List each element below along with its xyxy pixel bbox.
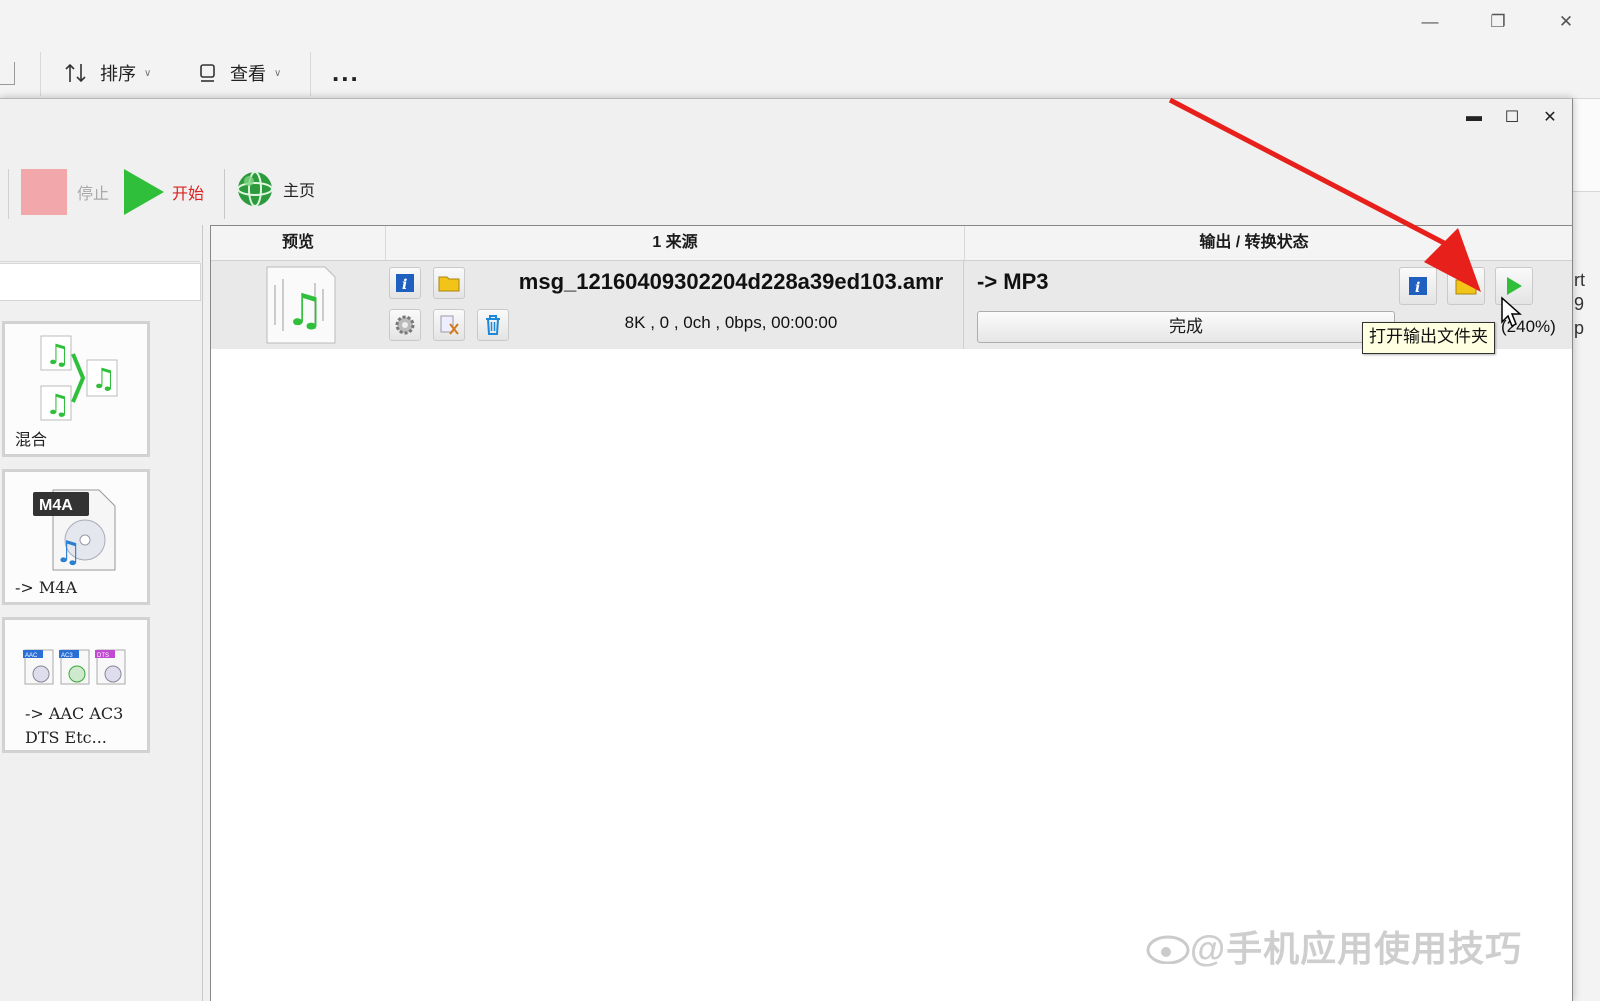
source-file-info: 8K , 0 , 0ch , 0bps, 00:00:00: [624, 313, 838, 332]
toolbar-separator: [224, 169, 225, 219]
converter-window: ▬ ☐ ✕ 停止 开始 主页 ♫ ♫ ♫ 混合 M4A ♫ -> M4A AAC…: [0, 98, 1573, 1001]
background-text-fragment: 9: [1574, 294, 1585, 314]
multi-format-icon: AAC AC3 DTS: [23, 649, 126, 685]
svg-text:♫: ♫: [285, 285, 324, 336]
toolbar-separator: [40, 52, 41, 96]
maximize-icon[interactable]: ☐: [1496, 105, 1528, 129]
preset-m4a-card[interactable]: M4A ♫ -> M4A: [2, 469, 150, 605]
clip-edit-button[interactable]: [433, 309, 465, 341]
chevron-down-icon: ∨: [144, 67, 152, 79]
toolbar-separator: [310, 52, 311, 96]
preset-label: -> AAC AC3: [25, 704, 124, 723]
panel-search-field[interactable]: [0, 263, 201, 301]
open-output-folder-button[interactable]: [1447, 267, 1485, 305]
close-icon[interactable]: ✕: [1534, 105, 1566, 129]
home-label: 主页: [283, 183, 316, 200]
preset-aac-ac3-dts-card[interactable]: AAC AC3 DTS -> AAC AC3 DTS Etc...: [2, 617, 150, 753]
watermark: @手机应用使用技巧: [1146, 920, 1522, 972]
background-text-fragment: rt: [1574, 270, 1585, 290]
sort-button[interactable]: 排序 ∨: [64, 60, 151, 86]
restore-icon[interactable]: ❐: [1464, 0, 1532, 44]
column-divider: [963, 261, 964, 349]
info-icon: i: [396, 274, 414, 293]
open-source-folder-button[interactable]: [433, 267, 465, 299]
background-toolbar: 排序 ∨ 查看 ∨ ...: [0, 50, 360, 98]
sort-label: 排序: [100, 64, 136, 84]
merge-audio-icon: ♫ ♫ ♫: [40, 335, 118, 421]
source-filename: msg_12160409302204d228a39ed103.amr: [518, 269, 944, 294]
toolbar-separator: [8, 169, 9, 219]
folder-icon: [1455, 279, 1477, 295]
weibo-logo-icon: [1146, 935, 1190, 964]
svg-text:i: i: [402, 277, 407, 293]
chevron-down-icon: ∨: [274, 67, 282, 79]
home-button[interactable]: 主页: [237, 167, 315, 211]
minimize-icon[interactable]: ▬: [1458, 105, 1490, 129]
info-icon: i: [1409, 277, 1427, 296]
audio-file-preview-icon: ♫: [266, 266, 336, 344]
file-info-button[interactable]: i: [389, 267, 421, 299]
view-button[interactable]: 查看 ∨: [198, 60, 281, 86]
globe-icon: [237, 171, 273, 207]
gear-icon: [395, 315, 415, 335]
svg-text:DTS: DTS: [97, 653, 109, 659]
start-button[interactable]: 开始: [124, 169, 204, 215]
svg-text:i: i: [1415, 280, 1420, 296]
svg-text:AC3: AC3: [61, 653, 73, 659]
background-text-fragment: p: [1574, 318, 1585, 338]
svg-text:♫: ♫: [55, 535, 82, 570]
panel-header: [0, 225, 200, 262]
column-header-output[interactable]: 输出 / 转换状态: [965, 226, 1543, 260]
svg-text:♫: ♫: [91, 362, 116, 395]
close-icon[interactable]: ✕: [1532, 0, 1600, 44]
svg-text:♫: ♫: [45, 338, 70, 371]
play-icon: [124, 169, 164, 215]
svg-text:AAC: AAC: [25, 653, 38, 659]
preset-label: 混合: [15, 430, 48, 449]
preset-label: -> M4A: [15, 578, 78, 597]
settings-button[interactable]: [389, 309, 421, 341]
minimize-icon[interactable]: —: [1396, 0, 1464, 44]
app-window-controls: ▬ ☐ ✕: [1458, 105, 1566, 129]
conversion-status[interactable]: 完成: [977, 311, 1395, 343]
watermark-text: @手机应用使用技巧: [1190, 928, 1523, 969]
trash-icon[interactable]: [0, 62, 15, 85]
output-info-button[interactable]: i: [1399, 267, 1437, 305]
more-options-button[interactable]: ...: [332, 59, 360, 85]
preset-merge-card[interactable]: ♫ ♫ ♫ 混合: [2, 321, 150, 457]
tooltip: 打开输出文件夹: [1362, 322, 1495, 354]
output-format: -> MP3: [977, 269, 1049, 294]
background-window-controls: — ❐ ✕: [1396, 0, 1600, 44]
preset-label: DTS Etc...: [25, 728, 107, 747]
background-side-panel: [1571, 98, 1600, 192]
table-header: 预览 1 来源 输出 / 转换状态: [211, 226, 1572, 261]
m4a-badge: M4A: [39, 497, 73, 514]
view-icon: [200, 64, 215, 82]
folder-icon: [438, 276, 460, 292]
column-header-preview[interactable]: 预览: [211, 226, 386, 260]
m4a-file-icon: M4A ♫: [33, 489, 116, 571]
app-toolbar: 停止 开始 主页: [0, 165, 1572, 223]
sort-icon: [65, 63, 86, 83]
column-header-source[interactable]: 1 来源: [386, 226, 965, 260]
mouse-cursor-icon: [1501, 296, 1522, 328]
conversion-presets-panel: ♫ ♫ ♫ 混合 M4A ♫ -> M4A AAC AC3 DTS -> AAC…: [0, 225, 203, 1001]
stop-label: 停止: [77, 186, 110, 203]
stop-button[interactable]: 停止: [21, 169, 109, 215]
svg-text:♫: ♫: [45, 388, 70, 421]
stop-icon: [21, 169, 67, 215]
scissors-icon: [440, 315, 459, 335]
view-label: 查看: [230, 64, 266, 84]
play-icon: [1507, 277, 1522, 295]
start-label: 开始: [172, 186, 205, 203]
